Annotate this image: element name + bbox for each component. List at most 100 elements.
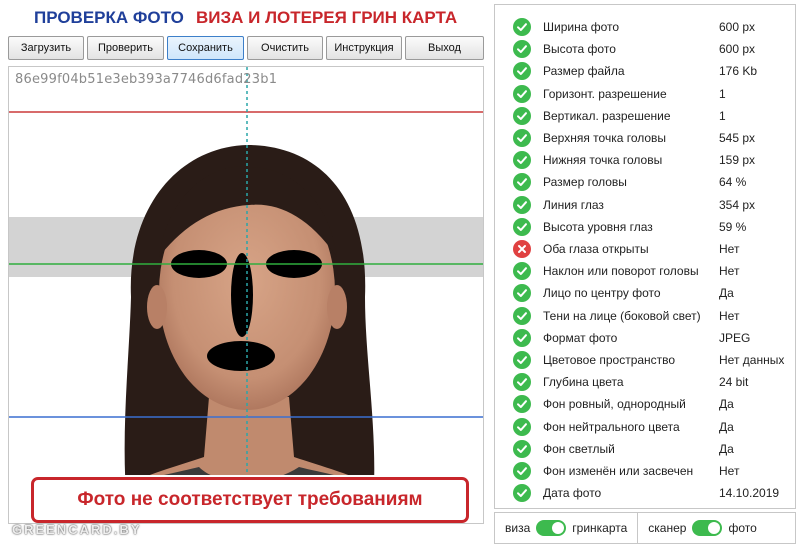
check-ok-icon xyxy=(513,106,531,125)
load-button[interactable]: Загрузить xyxy=(8,36,84,60)
check-ok-icon xyxy=(513,373,531,392)
check-value: Да xyxy=(719,419,734,434)
check-label: Линия глаз xyxy=(543,197,604,212)
app-title-check: ПРОВЕРКА ФОТО xyxy=(34,8,184,27)
check-ok-icon xyxy=(513,129,531,147)
check-label: Фон нейтрального цвета xyxy=(543,419,680,434)
toggle-label-greencard: гринкарта xyxy=(572,521,628,535)
check-ok-icon xyxy=(513,151,531,170)
check-value: Нет xyxy=(719,242,740,256)
check-row: Горизонт. разрешение 1 xyxy=(495,83,795,105)
check-ok-icon xyxy=(513,484,531,503)
nose-mask xyxy=(231,253,253,337)
scanner-photo-toggle-group: сканер фото xyxy=(648,512,757,544)
check-value: 354 px xyxy=(719,197,756,212)
check-button[interactable]: Проверить xyxy=(87,36,164,60)
check-ok-icon xyxy=(513,262,531,281)
instructions-button[interactable]: Инструкция xyxy=(326,36,402,60)
check-value: Да xyxy=(719,397,734,412)
right-ear xyxy=(327,285,347,329)
check-row: Наклон или поворот головы Нет xyxy=(495,260,795,282)
check-row: Фон нейтрального цвета Да xyxy=(495,416,795,438)
check-label: Размер файла xyxy=(543,64,625,79)
check-ok-icon xyxy=(513,217,531,236)
check-ok-icon xyxy=(513,84,531,103)
check-row: Ширина фото 600 px xyxy=(495,16,795,38)
check-value: Да xyxy=(719,441,734,456)
check-row: Тени на лице (боковой свет) Нет xyxy=(495,305,795,327)
switch-knob xyxy=(708,522,721,534)
check-label: Размер головы xyxy=(543,175,627,190)
check-value: Нет xyxy=(719,464,740,478)
check-row: Верхняя точка головы 545 px xyxy=(495,127,795,149)
check-value: 159 px xyxy=(719,153,756,168)
left-ear xyxy=(147,285,167,329)
app-title-visa: ВИЗА И ЛОТЕРЕЯ ГРИН КАРТА xyxy=(196,8,458,27)
check-label: Ширина фото xyxy=(543,20,620,34)
check-value: 14.10.2019 xyxy=(719,486,780,501)
visa-greencard-switch[interactable] xyxy=(536,520,567,536)
check-row: Фон ровный, однородный Да xyxy=(495,393,795,415)
check-ok-icon xyxy=(513,306,531,325)
check-value: 64 % xyxy=(719,175,747,190)
check-ok-icon xyxy=(513,439,531,458)
check-row: Глубина цвета 24 bit xyxy=(495,371,795,393)
check-label: Горизонт. разрешение xyxy=(543,86,667,101)
check-value: Нет xyxy=(719,308,740,323)
toggle-label-scanner: сканер xyxy=(648,521,687,535)
check-ok-icon xyxy=(513,40,531,59)
check-value: 600 px xyxy=(719,20,756,34)
check-label: Нижняя точка головы xyxy=(543,153,663,168)
check-label: Высота фото xyxy=(543,42,616,57)
check-value: 59 % xyxy=(719,219,747,234)
check-row: Дата фото 14.10.2019 xyxy=(495,482,795,504)
check-label: Оба глаза открыты xyxy=(543,242,649,256)
check-label: Лицо по центру фото xyxy=(543,286,661,301)
check-row: Линия глаз 354 px xyxy=(495,194,795,216)
check-value: 24 bit xyxy=(719,375,749,390)
check-ok-icon xyxy=(513,328,531,347)
toggle-label-photo: фото xyxy=(728,521,757,535)
check-row: Оба глаза открыты Нет xyxy=(495,238,795,260)
check-label: Вертикал. разрешение xyxy=(543,108,671,123)
mouth-mask xyxy=(207,341,275,371)
check-row: Формат фото JPEG xyxy=(495,327,795,349)
check-label: Высота уровня глаз xyxy=(543,219,653,234)
switch-knob xyxy=(552,522,565,534)
check-ok-icon xyxy=(513,417,531,436)
check-label: Цветовое пространство xyxy=(543,353,676,367)
check-row: Высота уровня глаз 59 % xyxy=(495,216,795,238)
check-value: Нет данных xyxy=(719,353,785,367)
check-row: Цветовое пространство Нет данных xyxy=(495,349,795,371)
check-value: Да xyxy=(719,286,734,301)
check-label: Тени на лице (боковой свет) xyxy=(543,308,701,323)
check-label: Фон изменён или засвечен xyxy=(543,464,694,478)
check-fail-icon xyxy=(513,240,531,258)
check-value: 1 xyxy=(719,86,726,101)
check-row: Лицо по центру фото Да xyxy=(495,282,795,304)
check-value: Нет xyxy=(719,264,740,279)
check-row: Размер головы 64 % xyxy=(495,171,795,193)
toggles-bar: виза гринкарта сканер фото xyxy=(494,512,796,544)
check-ok-icon xyxy=(513,284,531,303)
clear-button[interactable]: Очистить xyxy=(247,36,323,60)
check-row: Высота фото 600 px xyxy=(495,38,795,60)
visa-greencard-toggle-group: виза гринкарта xyxy=(505,512,627,544)
check-ok-icon xyxy=(513,395,531,414)
exit-button[interactable]: Выход xyxy=(405,36,484,60)
scanner-photo-switch[interactable] xyxy=(692,520,723,536)
photo-checker-window: ПРОВЕРКА ФОТО ВИЗА И ЛОТЕРЕЯ ГРИН КАРТА … xyxy=(0,0,800,550)
check-ok-icon xyxy=(513,173,531,192)
toggle-label-visa: виза xyxy=(505,521,531,535)
check-ok-icon xyxy=(513,62,531,81)
warning-banner: Фото не соответствует требованиям xyxy=(31,477,469,523)
toggle-divider xyxy=(637,512,639,544)
check-value: 1 xyxy=(719,108,726,123)
check-label: Верхняя точка головы xyxy=(543,131,667,145)
check-label: Наклон или поворот головы xyxy=(543,264,699,279)
check-row: Вертикал. разрешение 1 xyxy=(495,105,795,127)
check-ok-icon xyxy=(513,462,531,480)
photo-preview: 86e99f04b51e3eb393a7746d6fad23b1 Фото не… xyxy=(8,66,484,524)
save-button[interactable]: Сохранить xyxy=(167,36,244,60)
check-label: Фон ровный, однородный xyxy=(543,397,686,412)
